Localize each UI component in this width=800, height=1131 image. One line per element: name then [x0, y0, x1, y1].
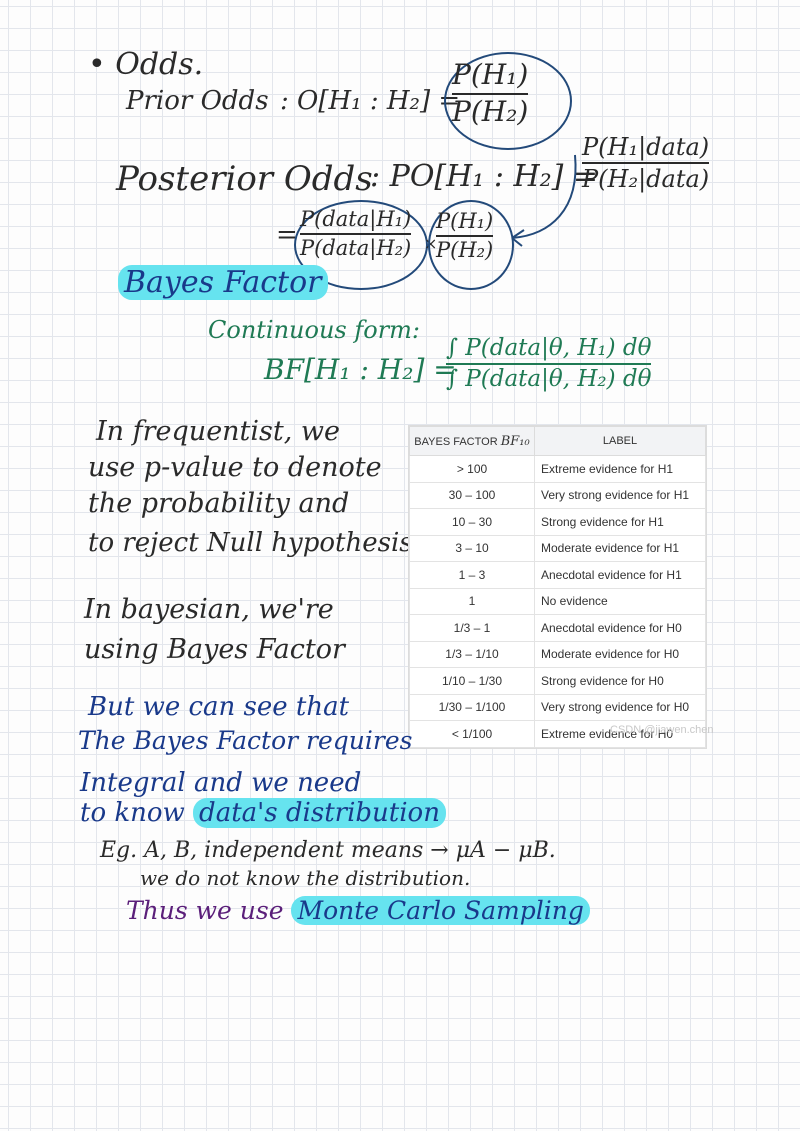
- blue-note-to-know: to know: [80, 798, 185, 828]
- prior-odds-label: Prior Odds: [126, 86, 269, 116]
- frequentist-line-2: use p-value to denote: [88, 452, 382, 483]
- label-cell: Anecdotal evidence for H0: [534, 614, 706, 642]
- prior-odds-expression: : O[H₁ : H₂] =: [280, 86, 461, 116]
- thus-we-use: Thus we use: [126, 896, 284, 925]
- header-symbol: BF₁₀: [500, 433, 530, 449]
- data-distribution-highlight: data's distribution: [193, 798, 446, 828]
- prior-denominator: P(H₂): [452, 94, 529, 128]
- label-cell: Strong evidence for H1: [534, 508, 706, 536]
- monte-carlo-highlight: Monte Carlo Sampling: [291, 896, 590, 925]
- prior-odds-fraction: P(H₁) P(H₂): [452, 58, 529, 128]
- likelihood-denominator: P(data|H₂): [300, 236, 412, 261]
- range-cell: 1 – 3: [409, 561, 535, 589]
- table-row: 3 – 10 Moderate evidence for H1: [409, 534, 706, 562]
- posterior-numerator: P(H₁|data): [582, 133, 710, 161]
- header-label: BAYES FACTOR: [414, 435, 498, 448]
- bayes-factor-title: Bayes Factor: [118, 265, 328, 300]
- posterior-fraction: P(H₁|data) P(H₂|data): [582, 133, 710, 194]
- bf-denominator: ∫ P(data|θ, H₂) dθ: [446, 366, 652, 393]
- example-line-1: Eg. A, B, independent means → μA − μB.: [100, 838, 556, 863]
- fraction-bar: [300, 233, 412, 236]
- table-row: 1 No evidence: [409, 587, 706, 615]
- label-cell: Moderate evidence for H1: [534, 534, 706, 562]
- label-cell: Moderate evidence for H0: [534, 640, 706, 668]
- likelihood-ratio-fraction: P(data|H₁) P(data|H₂): [300, 207, 412, 261]
- fraction-bar: [446, 363, 652, 366]
- table-row: 1/30 – 1/100 Very strong evidence for H0: [409, 693, 706, 721]
- table-row: 10 – 30 Strong evidence for H1: [409, 508, 706, 536]
- range-cell: 1/3 – 1/10: [409, 640, 535, 668]
- blue-note-line-4: to know data's distribution: [80, 798, 446, 828]
- likelihood-numerator: P(data|H₁): [300, 207, 412, 231]
- prior-ratio-denominator: P(H₂): [436, 238, 494, 263]
- table-row: > 100 Extreme evidence for H1: [409, 455, 706, 483]
- blue-note-line-3: Integral and we need: [80, 768, 362, 798]
- label-cell: Strong evidence for H0: [534, 667, 706, 695]
- table-header-bayes-factor: BAYES FACTOR BF₁₀: [409, 426, 535, 456]
- prior-numerator: P(H₁): [452, 58, 529, 91]
- range-cell: 1/30 – 1/100: [409, 693, 535, 721]
- table-row: 1/3 – 1 Anecdotal evidence for H0: [409, 614, 706, 642]
- table-row: 30 – 100 Very strong evidence for H1: [409, 481, 706, 509]
- table-header-row: BAYES FACTOR BF₁₀ LABEL: [409, 426, 706, 456]
- bf-numerator: ∫ P(data|θ, H₁) dθ: [446, 335, 652, 361]
- bayes-factor-table: BAYES FACTOR BF₁₀ LABEL > 100 Extreme evi…: [409, 426, 706, 748]
- frequentist-line-3: the probability and: [88, 488, 350, 519]
- prior-ratio-numerator: P(H₁): [436, 209, 494, 233]
- range-cell: 10 – 30: [409, 508, 535, 536]
- range-cell: 3 – 10: [409, 534, 535, 562]
- odds-heading: • Odds.: [88, 47, 204, 82]
- table-header-label: LABEL: [534, 426, 706, 456]
- blue-note-line-2: The Bayes Factor requires: [78, 726, 413, 755]
- blue-note-line-1: But we can see that: [88, 692, 350, 722]
- label-cell: Extreme evidence for H1: [534, 455, 706, 483]
- bf-integral-fraction: ∫ P(data|θ, H₁) dθ ∫ P(data|θ, H₂) dθ: [446, 335, 652, 393]
- range-cell: 30 – 100: [409, 481, 535, 509]
- label-cell: Very strong evidence for H1: [534, 481, 706, 509]
- continuous-form-label: Continuous form:: [208, 316, 421, 344]
- range-cell: > 100: [409, 455, 535, 483]
- posterior-denominator: P(H₂|data): [582, 165, 710, 194]
- bayesian-line-2: using Bayes Factor: [84, 634, 345, 665]
- range-cell: 1/10 – 1/30: [409, 667, 535, 695]
- bayes-factor-highlight: Bayes Factor: [118, 265, 328, 300]
- bayesian-line-1: In bayesian, we're: [84, 594, 334, 625]
- fraction-bar: [436, 235, 494, 238]
- table-row: 1/10 – 1/30 Strong evidence for H0: [409, 667, 706, 695]
- example-line-2: we do not know the distribution.: [140, 866, 471, 890]
- prior-ratio-fraction: P(H₁) P(H₂): [436, 209, 494, 263]
- posterior-odds-label: Posterior Odds: [116, 159, 373, 199]
- range-cell: < 1/100: [409, 720, 535, 748]
- fraction-bar: [582, 162, 710, 165]
- frequentist-line-1: In frequentist, we: [96, 416, 341, 447]
- watermark: CSDN @jiawen.chen: [610, 724, 714, 736]
- range-cell: 1: [409, 587, 535, 615]
- frequentist-line-4: to reject Null hypothesis: [88, 528, 413, 558]
- label-cell: No evidence: [534, 587, 706, 615]
- table-row: 1 – 3 Anecdotal evidence for H1: [409, 561, 706, 589]
- label-cell: Very strong evidence for H0: [534, 693, 706, 721]
- connector-arrow: [511, 154, 577, 247]
- label-cell: Anecdotal evidence for H1: [534, 561, 706, 589]
- table-row: 1/3 – 1/10 Moderate evidence for H0: [409, 640, 706, 668]
- bf-expression: BF[H₁ : H₂] =: [264, 353, 457, 386]
- thus-line: Thus we use Monte Carlo Sampling: [126, 896, 590, 925]
- range-cell: 1/3 – 1: [409, 614, 535, 642]
